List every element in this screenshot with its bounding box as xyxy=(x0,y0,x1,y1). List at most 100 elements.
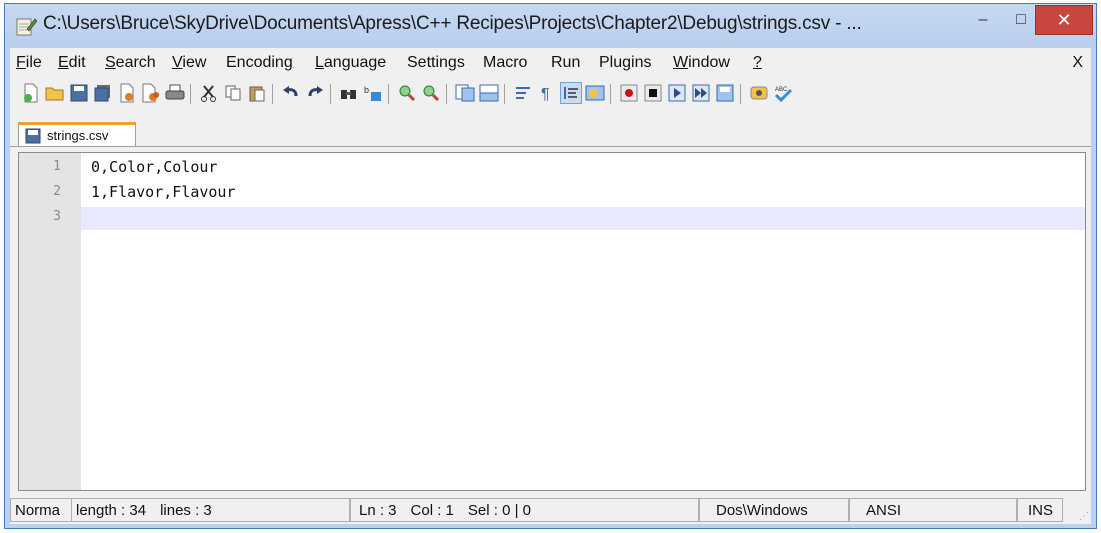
play-macro-icon[interactable] xyxy=(666,82,688,104)
status-insert-mode: INS xyxy=(1017,498,1063,522)
cut-icon[interactable] xyxy=(198,82,220,104)
zoom-out-icon[interactable] xyxy=(420,82,442,104)
menu-language[interactable]: Language xyxy=(315,54,386,72)
menu-plugins-label: Plugins xyxy=(599,54,652,71)
close-document-button[interactable]: X xyxy=(1072,54,1083,72)
menu-window-label: indow xyxy=(688,54,730,71)
close-button[interactable]: ✕ xyxy=(1035,5,1093,35)
show-all-characters-icon[interactable]: ¶ xyxy=(536,82,558,104)
toolbar-separator xyxy=(740,84,741,104)
spell-check-icon[interactable]: ABC xyxy=(772,82,794,104)
line-number: 1 xyxy=(53,159,61,174)
save-all-icon[interactable] xyxy=(92,82,114,104)
status-ln: Ln : 3 xyxy=(359,501,397,519)
save-icon[interactable] xyxy=(68,82,90,104)
plugin-icon[interactable] xyxy=(748,82,770,104)
line-number-gutter: 1 2 3 xyxy=(19,153,81,490)
menu-language-label: anguage xyxy=(323,54,387,71)
menu-macro-label: Macro xyxy=(483,54,528,71)
text-editor[interactable]: 1 2 3 0,Color,Colour 1,Flavor,Flavour xyxy=(18,152,1086,491)
menu-edit[interactable]: Edit xyxy=(58,54,86,72)
svg-text:b: b xyxy=(364,85,369,95)
menu-file-label: ile xyxy=(25,54,42,71)
stop-macro-icon[interactable] xyxy=(642,82,664,104)
indent-guide-icon[interactable] xyxy=(560,82,582,104)
sync-vertical-icon[interactable] xyxy=(454,82,476,104)
toolbar-separator xyxy=(446,84,447,104)
record-macro-icon[interactable] xyxy=(618,82,640,104)
new-file-icon[interactable] xyxy=(20,82,42,104)
menu-view-accel: V xyxy=(172,54,183,71)
menu-file-accel: F xyxy=(16,54,26,71)
resize-grip-icon[interactable]: ⋰ xyxy=(1079,511,1089,522)
status-encoding: ANSI xyxy=(849,498,1017,522)
saved-file-icon xyxy=(25,128,41,143)
status-col: Col : 1 xyxy=(410,501,454,519)
tab-strings-csv[interactable]: strings.csv xyxy=(18,122,136,146)
undo-icon[interactable] xyxy=(280,82,302,104)
status-language: Norma xyxy=(10,498,72,522)
menu-run-label: Run xyxy=(551,54,581,71)
toolbar-separator xyxy=(610,84,611,104)
menu-window[interactable]: Window xyxy=(673,54,730,72)
status-doc-info: length : 34 lines : 3 xyxy=(72,498,350,522)
toolbar-separator xyxy=(388,84,389,104)
zoom-in-icon[interactable] xyxy=(396,82,418,104)
redo-icon[interactable] xyxy=(304,82,326,104)
status-position: Ln : 3 Col : 1 Sel : 0 | 0 xyxy=(350,498,699,522)
sync-horizontal-icon[interactable] xyxy=(478,82,500,104)
minimize-button[interactable]: – xyxy=(965,5,1001,35)
toolbar-separator xyxy=(504,84,505,104)
menu-search-label: earch xyxy=(115,54,156,71)
menu-view[interactable]: View xyxy=(172,54,206,72)
word-wrap-icon[interactable] xyxy=(512,82,534,104)
menu-encoding[interactable]: Encoding xyxy=(226,54,293,72)
editor-line[interactable]: 0,Color,Colour xyxy=(91,158,217,176)
language-define-icon[interactable] xyxy=(584,82,606,104)
open-file-icon[interactable] xyxy=(44,82,66,104)
menu-window-accel: W xyxy=(673,54,689,71)
paste-icon[interactable] xyxy=(246,82,268,104)
menu-edit-accel: E xyxy=(58,54,69,71)
maximize-button[interactable]: □ xyxy=(1003,5,1039,35)
menu-search-accel: S xyxy=(105,54,116,71)
client-area: File Edit Search View Encoding Language … xyxy=(10,48,1091,524)
line-number: 3 xyxy=(53,209,61,224)
menu-encoding-label: Encoding xyxy=(226,54,293,71)
editor-line[interactable]: 1,Flavor,Flavour xyxy=(91,183,236,201)
menu-help[interactable]: ? xyxy=(753,54,762,72)
svg-text:ABC: ABC xyxy=(775,87,788,93)
close-file-icon[interactable] xyxy=(116,82,138,104)
toolbar-separator xyxy=(330,84,331,104)
menu-settings[interactable]: Settings xyxy=(407,54,465,72)
title-bar[interactable]: C:\Users\Bruce\SkyDrive\Documents\Apress… xyxy=(5,4,1096,48)
tab-bar: strings.csv xyxy=(10,116,1091,147)
menu-help-accel: ? xyxy=(753,54,762,71)
tab-label: strings.csv xyxy=(47,128,109,143)
menu-settings-label: Settings xyxy=(407,54,465,71)
notepad-app-icon xyxy=(16,18,37,36)
toolbar-separator xyxy=(272,84,273,104)
status-eol: Dos\Windows xyxy=(699,498,849,522)
window-title: C:\Users\Bruce\SkyDrive\Documents\Apress… xyxy=(43,13,862,34)
menu-run[interactable]: Run xyxy=(551,54,580,72)
save-macro-icon[interactable] xyxy=(714,82,736,104)
replace-icon[interactable]: b xyxy=(362,82,384,104)
menu-plugins[interactable]: Plugins xyxy=(599,54,651,72)
find-icon[interactable] xyxy=(338,82,360,104)
run-macro-multiple-icon[interactable] xyxy=(690,82,712,104)
status-bar: Norma length : 34 lines : 3 Ln : 3 Col :… xyxy=(10,496,1091,524)
copy-icon[interactable] xyxy=(222,82,244,104)
print-icon[interactable] xyxy=(164,82,186,104)
status-sel: Sel : 0 | 0 xyxy=(467,501,531,519)
status-length: length : 34 xyxy=(76,501,147,519)
menu-language-accel: L xyxy=(315,54,324,71)
menu-search[interactable]: Search xyxy=(105,54,156,72)
menu-macro[interactable]: Macro xyxy=(483,54,527,72)
app-window: C:\Users\Bruce\SkyDrive\Documents\Apress… xyxy=(4,3,1097,529)
status-lines: lines : 3 xyxy=(160,501,212,519)
menu-file[interactable]: File xyxy=(16,54,42,72)
svg-text:¶: ¶ xyxy=(541,86,550,102)
menu-view-label: iew xyxy=(182,54,207,71)
close-all-icon[interactable] xyxy=(140,82,162,104)
